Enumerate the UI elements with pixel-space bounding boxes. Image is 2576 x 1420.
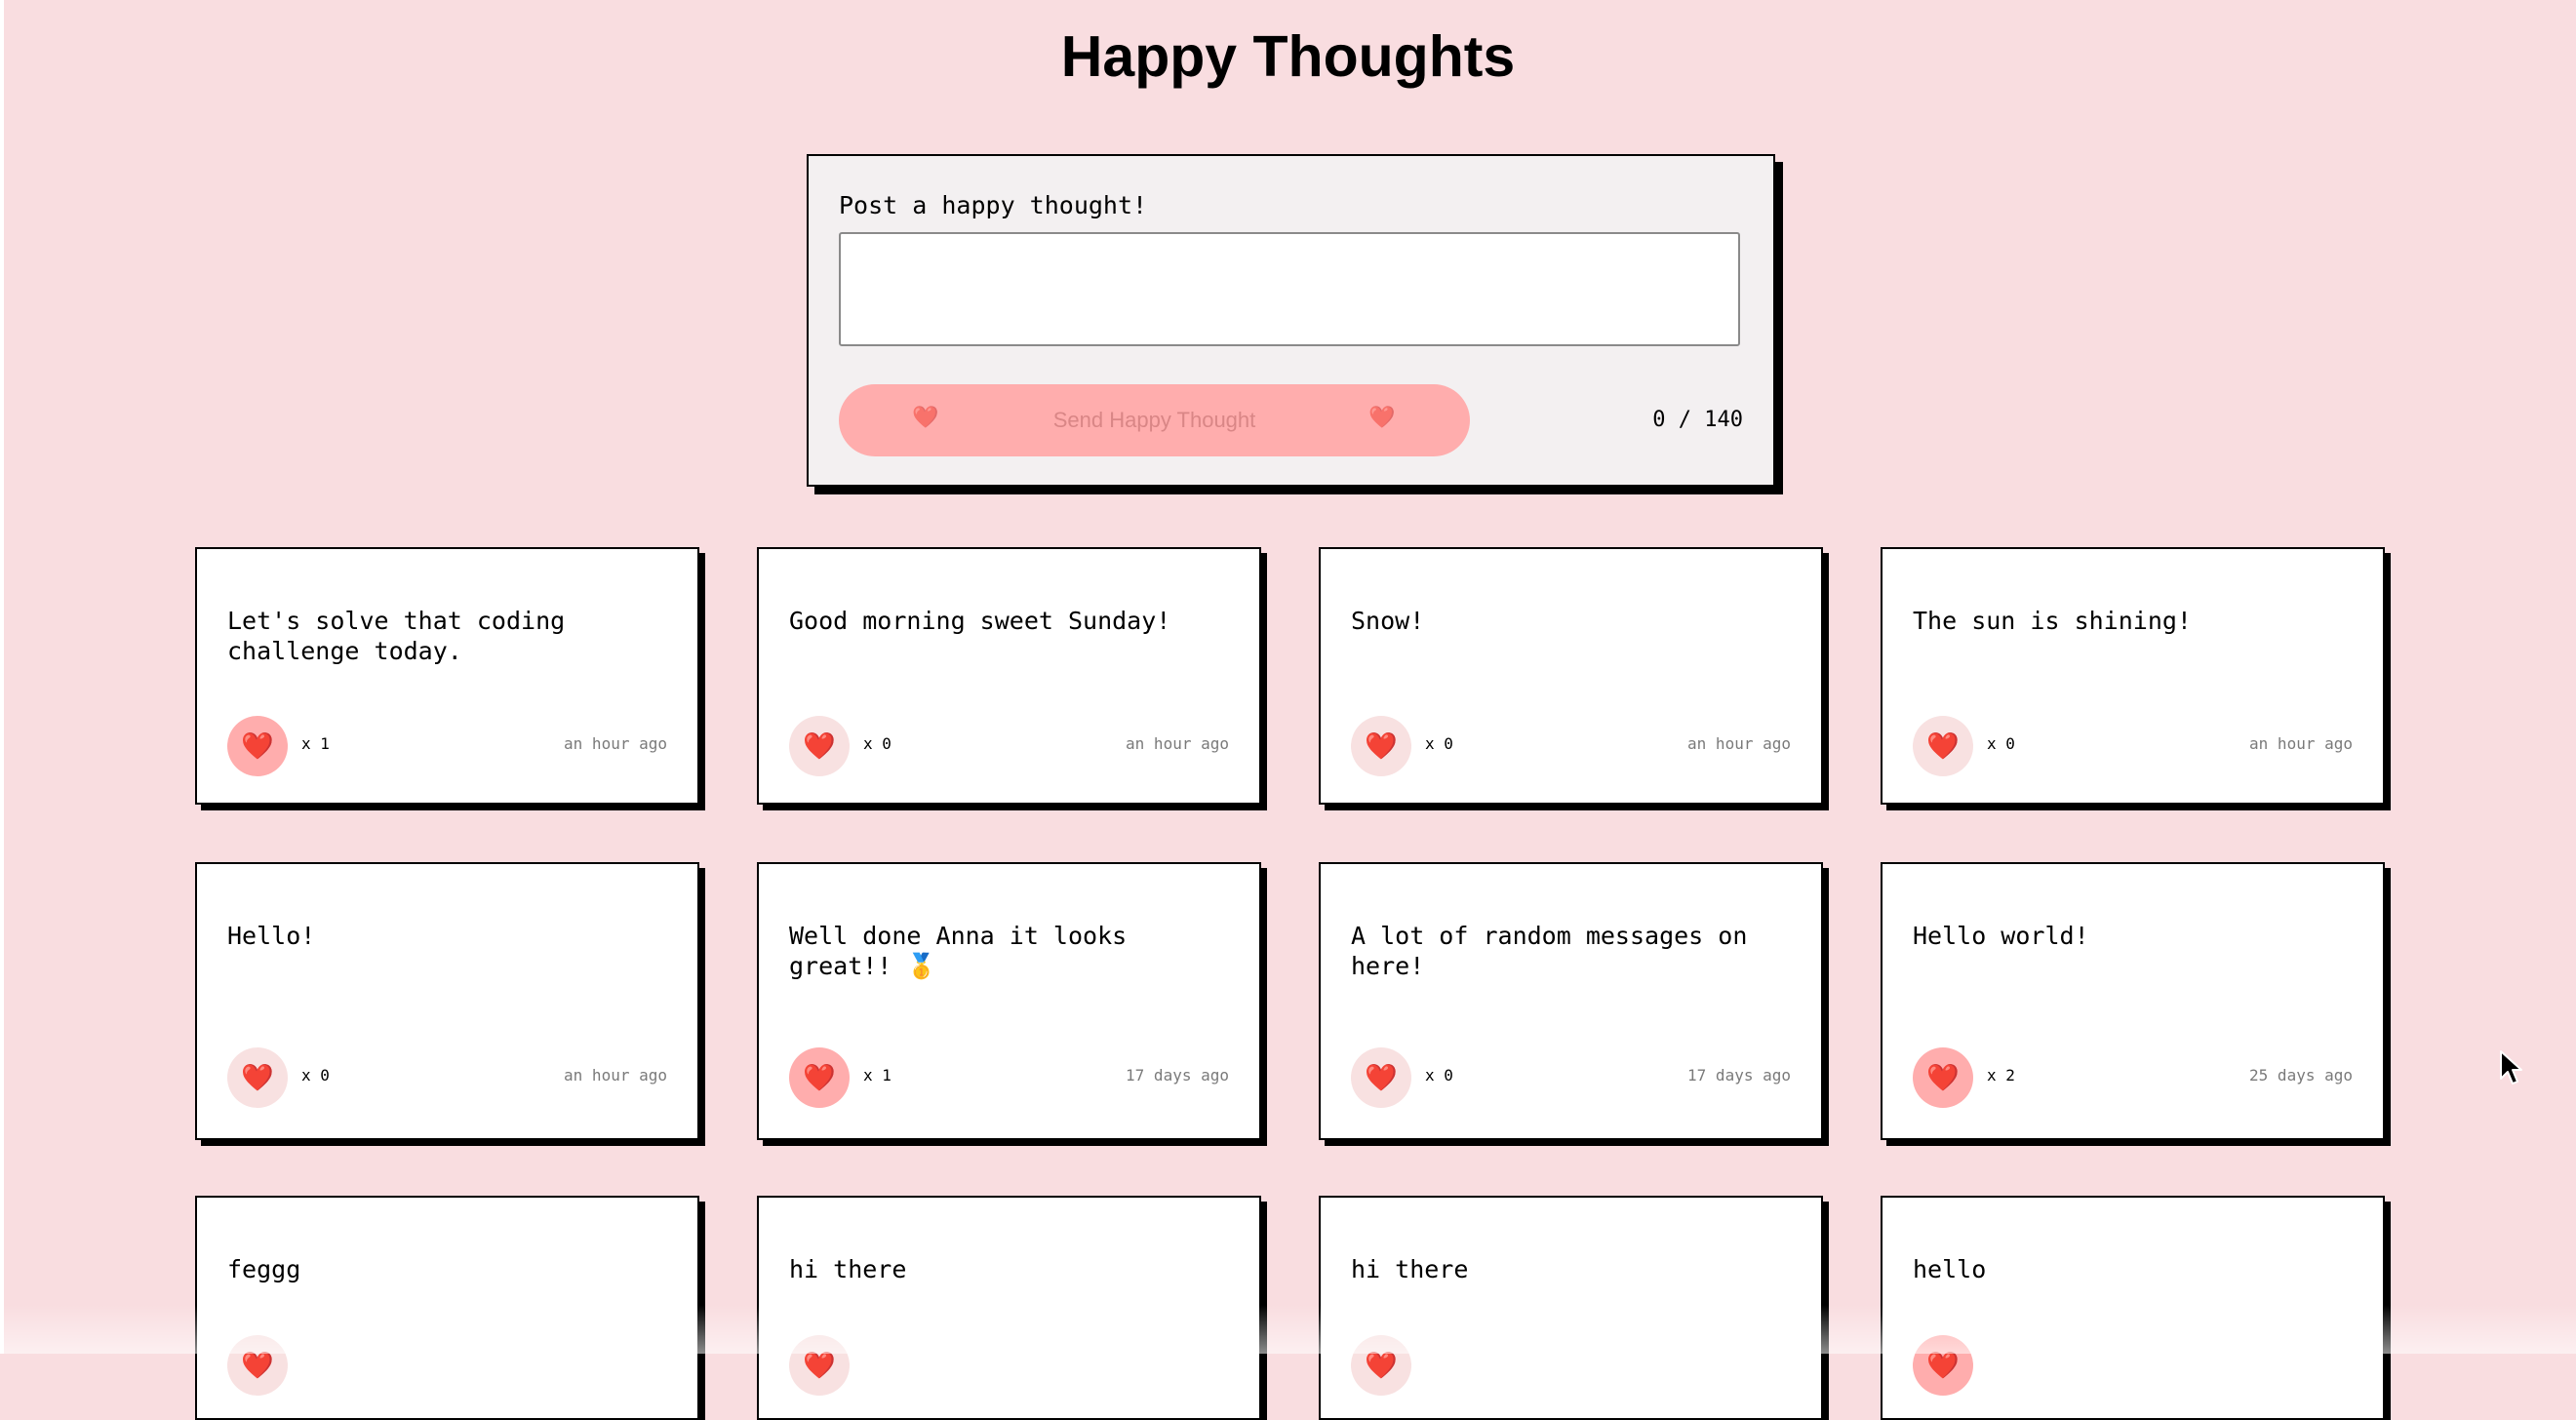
thought-timestamp: an hour ago <box>564 1066 667 1085</box>
heart-icon: ❤️ <box>241 1351 274 1380</box>
like-button[interactable]: ❤️ <box>789 1335 850 1396</box>
post-label: Post a happy thought! <box>839 191 1148 219</box>
thought-message: Hello! <box>227 922 316 950</box>
thought-message: A lot of random messages on here! <box>1351 922 1763 980</box>
like-button[interactable]: ❤️ <box>1913 1047 1973 1108</box>
like-button[interactable]: ❤️ <box>1351 1335 1411 1396</box>
like-button[interactable]: ❤️ <box>789 1047 850 1108</box>
like-button[interactable]: ❤️ <box>1913 1335 1973 1396</box>
like-button[interactable]: ❤️ <box>227 1047 288 1108</box>
like-button[interactable]: ❤️ <box>789 716 850 776</box>
heart-icon: ❤️ <box>241 1063 274 1092</box>
thought-timestamp: 25 days ago <box>2249 1066 2353 1085</box>
heart-icon: ❤️ <box>1926 731 1960 761</box>
like-button[interactable]: ❤️ <box>1351 1047 1411 1108</box>
thought-card: Hello world! ❤️ x 2 25 days ago <box>1881 862 2385 1140</box>
thought-card: feggg ❤️ <box>195 1196 699 1420</box>
heart-icon: ❤️ <box>803 1063 836 1092</box>
thought-message: Good morning sweet Sunday! <box>789 607 1171 635</box>
thought-card: Well done Anna it looks great!! 🥇 ❤️ x 1 17… <box>757 862 1261 1140</box>
like-button[interactable]: ❤️ <box>1351 716 1411 776</box>
heart-icon: ❤️ <box>241 731 274 761</box>
thought-message: Well done Anna it looks great!! 🥇 <box>789 922 1142 980</box>
like-count: x 0 <box>863 734 892 753</box>
send-thought-button[interactable]: ❤️ Send Happy Thought ❤️ <box>839 384 1470 456</box>
like-button[interactable]: ❤️ <box>227 716 288 776</box>
thought-message: Hello world! <box>1913 922 2089 950</box>
heart-icon: ❤️ <box>1365 731 1398 761</box>
thought-message: Snow! <box>1351 607 1425 635</box>
heart-icon: ❤️ <box>803 1351 836 1380</box>
thought-timestamp: an hour ago <box>1126 734 1229 753</box>
mouse-pointer-icon <box>2500 1050 2522 1085</box>
thought-card: hi there ❤️ <box>757 1196 1261 1420</box>
like-count: x 1 <box>301 734 330 753</box>
like-count: x 0 <box>301 1066 330 1085</box>
thought-timestamp: 17 days ago <box>1126 1066 1229 1085</box>
thought-card: The sun is shining! ❤️ x 0 an hour ago <box>1881 547 2385 805</box>
post-thought-form: Post a happy thought! ❤️ Send Happy Thou… <box>807 154 1775 487</box>
page: Happy Thoughts Post a happy thought! ❤️ … <box>0 0 2576 1420</box>
thought-timestamp: an hour ago <box>1687 734 1791 753</box>
thought-card: Snow! ❤️ x 0 an hour ago <box>1319 547 1823 805</box>
thought-card: hello ❤️ <box>1881 1196 2385 1420</box>
heart-icon: ❤️ <box>1926 1351 1960 1380</box>
heart-icon: ❤️ <box>1365 1063 1398 1092</box>
thought-message: feggg <box>227 1255 301 1283</box>
thought-message: hello <box>1913 1255 1987 1283</box>
thought-timestamp: an hour ago <box>564 734 667 753</box>
thought-card: A lot of random messages on here! ❤️ x 0 17… <box>1319 862 1823 1140</box>
thought-message: The sun is shining! <box>1913 607 2192 635</box>
thought-timestamp: an hour ago <box>2249 734 2353 753</box>
thought-timestamp: 17 days ago <box>1687 1066 1791 1085</box>
thought-input[interactable] <box>839 232 1740 346</box>
thought-message: hi there <box>789 1255 907 1283</box>
thought-message: Let's solve that coding challenge today. <box>227 607 580 665</box>
like-button[interactable]: ❤️ <box>1913 716 1973 776</box>
heart-icon: ❤️ <box>803 731 836 761</box>
thought-message: hi there <box>1351 1255 1469 1283</box>
heart-icon: ❤️ <box>1368 405 1396 429</box>
thought-card: Let's solve that coding challenge today.… <box>195 547 699 805</box>
like-count: x 0 <box>1987 734 2015 753</box>
thought-card: Hello! ❤️ x 0 an hour ago <box>195 862 699 1140</box>
thought-card: Good morning sweet Sunday! ❤️ x 0 an hour a… <box>757 547 1261 805</box>
thought-card: hi there ❤️ <box>1319 1196 1823 1420</box>
heart-icon: ❤️ <box>1926 1063 1960 1092</box>
like-count: x 0 <box>1425 1066 1453 1085</box>
like-button[interactable]: ❤️ <box>227 1335 288 1396</box>
window-edge <box>0 0 4 1354</box>
like-count: x 1 <box>863 1066 892 1085</box>
like-count: x 0 <box>1425 734 1453 753</box>
heart-icon: ❤️ <box>1365 1351 1398 1380</box>
like-count: x 2 <box>1987 1066 2015 1085</box>
character-counter: 0 / 140 <box>1652 408 1743 432</box>
page-title: Happy Thoughts <box>1060 24 1516 89</box>
